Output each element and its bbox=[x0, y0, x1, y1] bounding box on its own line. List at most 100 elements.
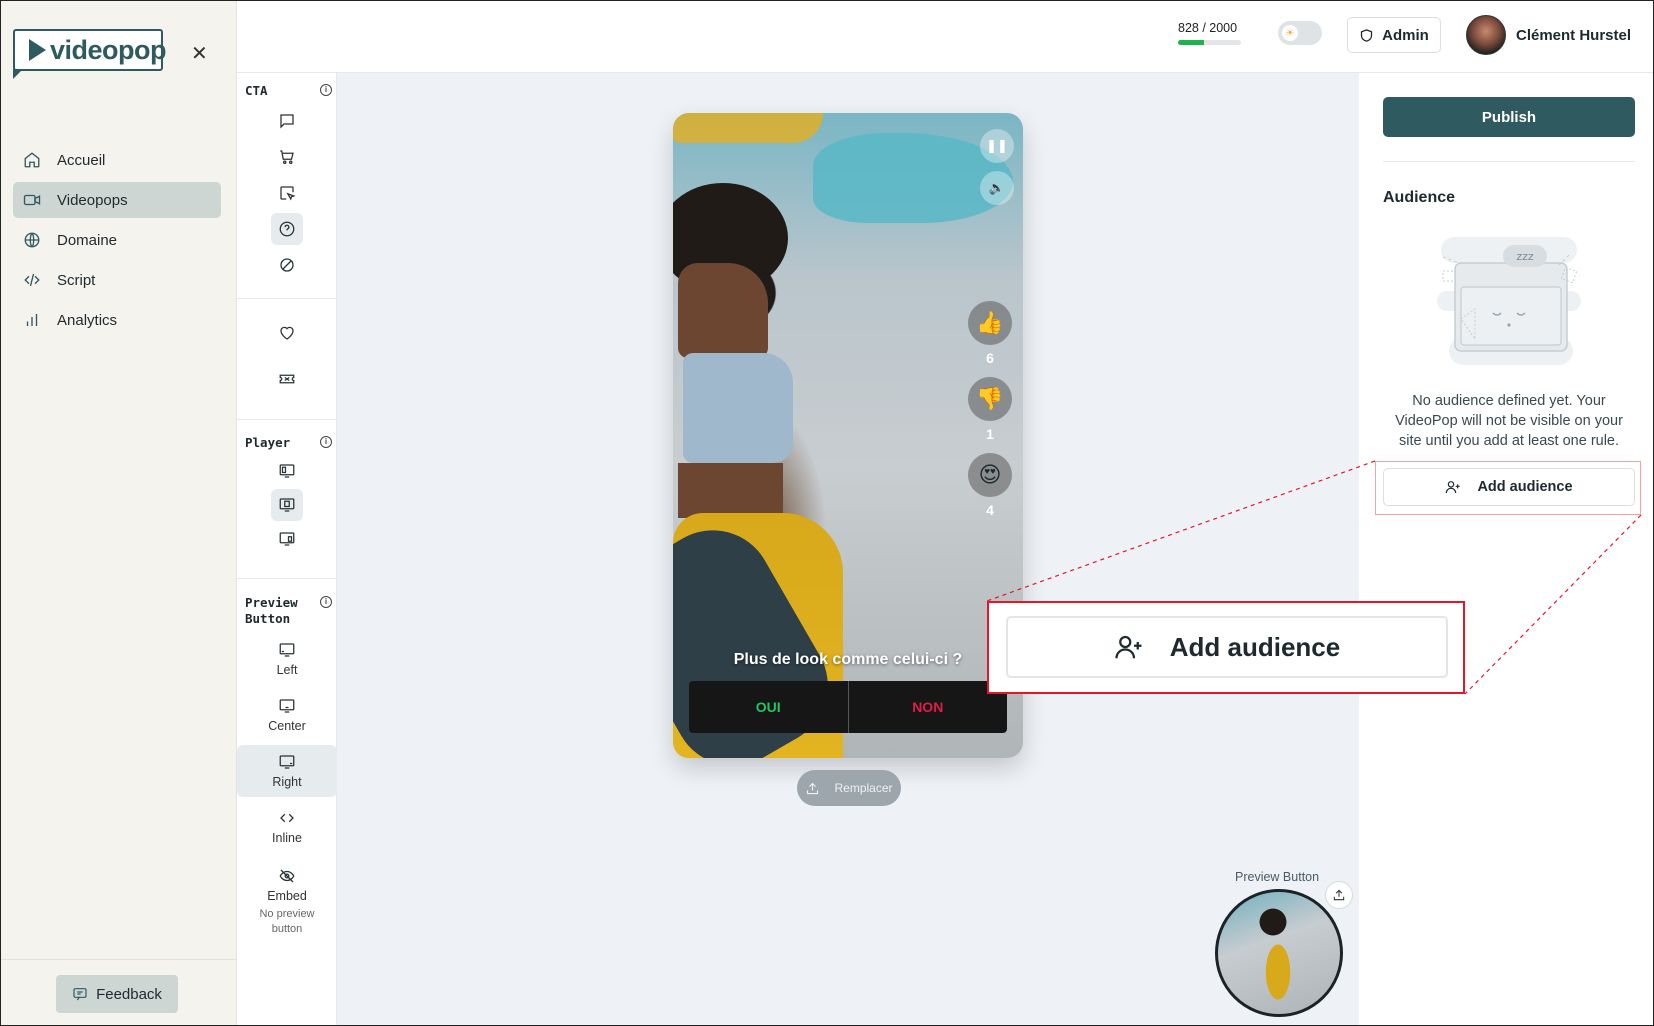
bar-chart-icon bbox=[21, 309, 43, 331]
preview-option-label: Right bbox=[272, 775, 302, 789]
heart-eyes-reaction[interactable]: 😍 bbox=[968, 453, 1012, 497]
quota-fill bbox=[1178, 40, 1205, 45]
empty-audience-illustration: zzz bbox=[1437, 237, 1581, 365]
monitor-center-icon bbox=[279, 699, 295, 713]
audience-title: Audience bbox=[1383, 189, 1456, 206]
user-name: Clément Hurstel bbox=[1516, 26, 1632, 44]
sidebar-item-label: Domaine bbox=[57, 231, 118, 249]
sun-icon: ☀ bbox=[1282, 25, 1298, 41]
sidebar-item-domaine[interactable]: Domaine bbox=[13, 222, 221, 258]
home-icon bbox=[21, 149, 43, 171]
preview-upload-button[interactable] bbox=[1325, 881, 1353, 909]
replace-label: Remplacer bbox=[834, 781, 893, 795]
reaction-count: 6 bbox=[986, 350, 994, 366]
publish-button[interactable]: Publish bbox=[1383, 97, 1635, 137]
preview-button-thumbnail[interactable] bbox=[1215, 889, 1343, 1017]
preview-option-center[interactable]: Center bbox=[237, 689, 337, 741]
add-audience-label: Add audience bbox=[1477, 479, 1573, 495]
admin-button[interactable]: Admin bbox=[1347, 17, 1441, 53]
preview-option-left[interactable]: Left bbox=[237, 633, 337, 685]
code-icon bbox=[21, 269, 43, 291]
monitor-right-icon bbox=[279, 755, 295, 769]
no-cta-tool[interactable] bbox=[271, 249, 303, 281]
globe-icon bbox=[21, 229, 43, 251]
code-brackets-icon bbox=[280, 813, 294, 823]
preview-option-label: Left bbox=[276, 663, 298, 677]
preview-option-right[interactable]: Right bbox=[237, 745, 337, 797]
zzz-text: zzz bbox=[1516, 250, 1534, 263]
answer-yes-button[interactable]: OUI bbox=[689, 681, 849, 733]
preview-button-title: Preview Button bbox=[245, 595, 298, 627]
answer-no-button[interactable]: NON bbox=[848, 681, 1007, 733]
quota-bar bbox=[1178, 40, 1241, 45]
zoom-callout: Add audience bbox=[987, 601, 1465, 694]
sidebar-item-analytics[interactable]: Analytics bbox=[13, 302, 221, 338]
eye-off-icon bbox=[279, 869, 295, 883]
admin-label: Admin bbox=[1382, 26, 1429, 44]
player-title: Player bbox=[245, 435, 291, 450]
sidebar-item-videopops[interactable]: Videopops bbox=[13, 182, 221, 218]
question-cta-tool[interactable] bbox=[271, 213, 303, 245]
cta-title: CTA bbox=[245, 83, 268, 98]
preview-option-label: Embed bbox=[267, 889, 307, 903]
cart-cta-tool[interactable] bbox=[271, 141, 303, 173]
preview-option-inline[interactable]: Inline bbox=[237, 801, 337, 853]
monitor-center-icon bbox=[279, 498, 295, 512]
feedback-label: Feedback bbox=[96, 985, 162, 1003]
mute-icon[interactable]: 🔈 bbox=[980, 171, 1014, 205]
logo-text: videopop bbox=[50, 34, 167, 65]
preview-option-label: Center bbox=[268, 719, 306, 733]
preview-title-line2: Button bbox=[245, 611, 291, 626]
add-audience-button[interactable]: Add audience bbox=[1383, 468, 1635, 506]
thumbs-down-reaction[interactable]: 👎 bbox=[968, 377, 1012, 421]
monitor-right-icon bbox=[279, 532, 295, 546]
preview-option-embed[interactable]: Embed No preview button bbox=[237, 857, 337, 937]
pointer-square-icon bbox=[280, 186, 296, 201]
player-layout-center[interactable] bbox=[271, 489, 303, 521]
cart-icon bbox=[280, 150, 294, 165]
monitor-left-icon bbox=[279, 643, 295, 657]
feedback-button[interactable]: Feedback bbox=[56, 975, 178, 1013]
tools-panel: CTA i Player i Preview Button i Left Cen… bbox=[237, 73, 337, 1025]
close-icon[interactable]: ✕ bbox=[191, 41, 208, 66]
player-layout-left[interactable] bbox=[271, 455, 303, 487]
shield-icon bbox=[1361, 28, 1373, 42]
ticket-tool[interactable] bbox=[271, 363, 303, 395]
video-player[interactable]: ❚❚ 🔈 👍 6 👎 1 😍 4 Plus de look comme celu… bbox=[673, 113, 1023, 758]
info-icon[interactable]: i bbox=[320, 436, 332, 448]
link-cta-tool[interactable] bbox=[271, 177, 303, 209]
player-layout-right[interactable] bbox=[271, 523, 303, 555]
thumbs-up-reaction[interactable]: 👍 bbox=[968, 301, 1012, 345]
theme-toggle[interactable]: ☀ bbox=[1278, 21, 1322, 45]
reaction-count: 1 bbox=[986, 426, 994, 442]
play-icon bbox=[29, 39, 46, 61]
sidebar-item-accueil[interactable]: Accueil bbox=[13, 142, 221, 178]
videopop-logo[interactable]: videopop bbox=[13, 29, 167, 79]
upload-icon bbox=[807, 782, 819, 794]
info-icon[interactable]: i bbox=[320, 84, 332, 96]
preview-title-line1: Preview bbox=[245, 595, 298, 610]
thumbs-up-icon: 👍 bbox=[976, 310, 1004, 335]
ban-icon bbox=[280, 258, 294, 272]
upload-icon bbox=[1333, 889, 1345, 901]
sidebar-item-label: Script bbox=[57, 271, 96, 289]
info-icon[interactable]: i bbox=[320, 596, 332, 608]
heart-icon bbox=[280, 326, 294, 340]
app-window: videopop ✕ Accueil Videopops Domaine Scr… bbox=[0, 0, 1654, 1026]
message-cta-tool[interactable] bbox=[271, 105, 303, 137]
monitor-left-icon bbox=[279, 464, 295, 478]
like-tool[interactable] bbox=[271, 317, 303, 349]
sidebar-item-script[interactable]: Script bbox=[13, 262, 221, 298]
preview-option-label: Inline bbox=[272, 831, 302, 845]
message-icon bbox=[73, 988, 87, 1001]
replace-video-button[interactable]: Remplacer bbox=[797, 770, 901, 806]
sidebar-footer: Feedback bbox=[1, 959, 237, 1025]
zoom-label: Add audience bbox=[1169, 631, 1341, 662]
help-circle-icon bbox=[279, 221, 295, 237]
editor-canvas: ❚❚ 🔈 👍 6 👎 1 😍 4 Plus de look comme celu… bbox=[337, 73, 1359, 1025]
reaction-count: 4 bbox=[986, 502, 994, 518]
user-menu[interactable]: Clément Hurstel bbox=[1466, 14, 1631, 56]
thumbs-down-icon: 👎 bbox=[976, 386, 1004, 411]
pause-icon[interactable]: ❚❚ bbox=[980, 129, 1014, 163]
cta-answers: OUI NON bbox=[689, 681, 1007, 733]
